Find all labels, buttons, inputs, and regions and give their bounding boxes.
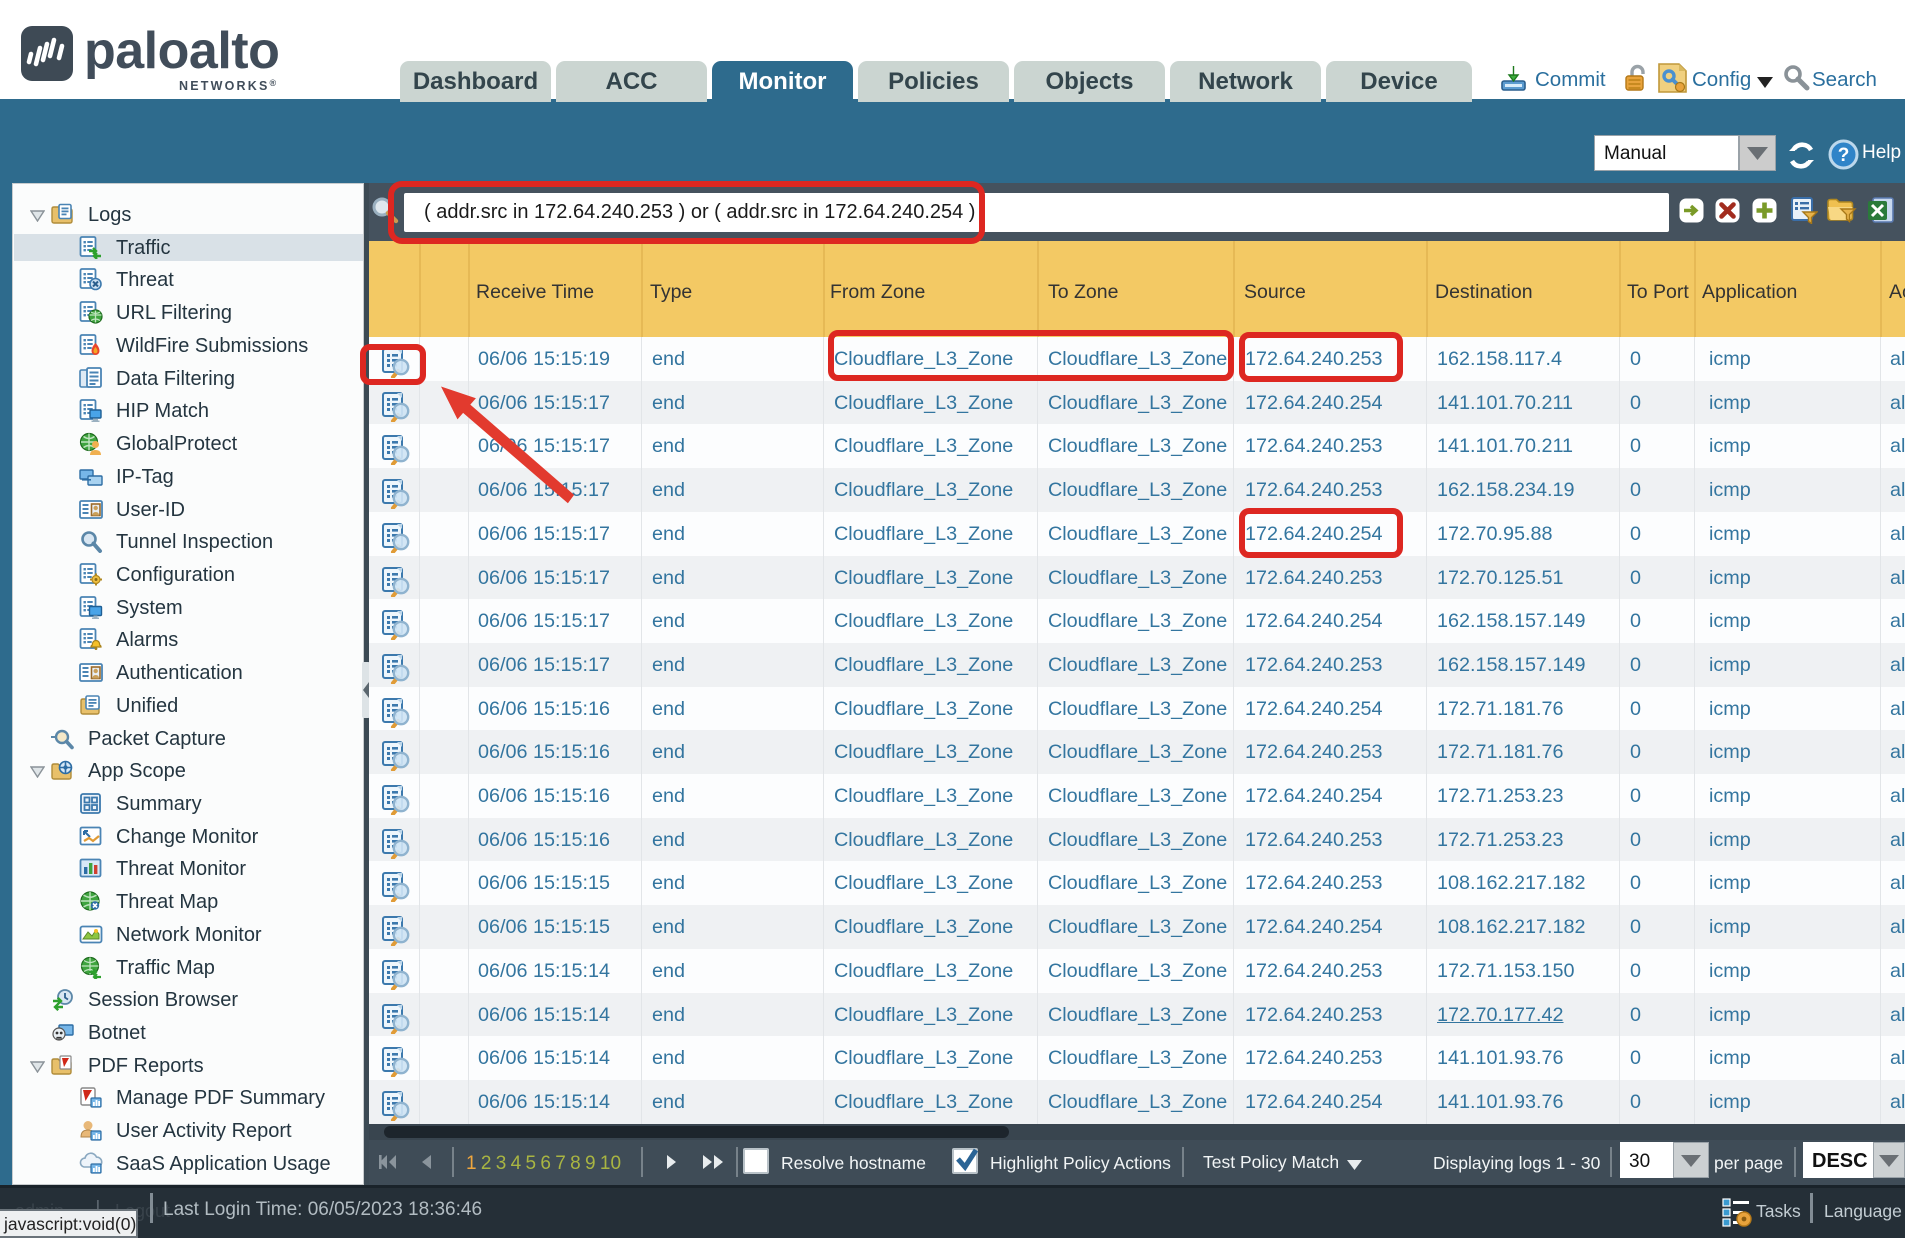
svg-text:?: ? xyxy=(1838,145,1850,166)
